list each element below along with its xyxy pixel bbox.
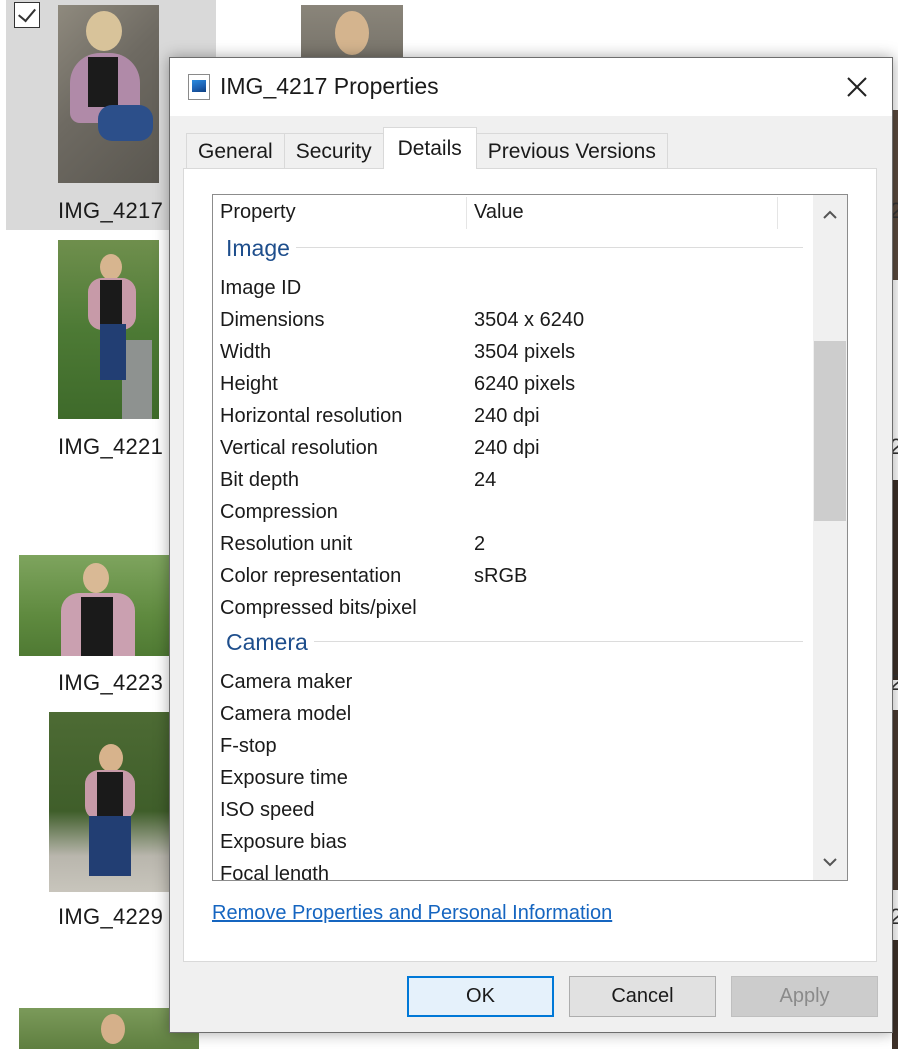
property-name: Camera maker bbox=[220, 671, 353, 693]
property-name: Height bbox=[220, 373, 278, 395]
group-title: Camera bbox=[226, 629, 314, 656]
tab-previous-versions[interactable]: Previous Versions bbox=[475, 133, 668, 169]
tab-security[interactable]: Security bbox=[283, 133, 384, 169]
list-item[interactable]: Resolution unit 2 bbox=[213, 529, 813, 561]
property-value: 2 bbox=[474, 533, 486, 555]
thumbnail-image[interactable] bbox=[301, 5, 403, 60]
details-list[interactable]: Property Value Image Image ID Dimensions… bbox=[212, 194, 848, 881]
close-button[interactable] bbox=[822, 58, 892, 116]
column-header-property[interactable]: Property bbox=[220, 201, 296, 224]
image-file-icon bbox=[188, 74, 210, 100]
list-item[interactable]: Compressed bits/pixel bbox=[213, 593, 813, 625]
checkbox-checked-icon[interactable] bbox=[14, 2, 40, 28]
column-divider[interactable] bbox=[466, 197, 467, 229]
scroll-up-button[interactable] bbox=[813, 197, 847, 233]
list-item[interactable]: Camera maker bbox=[213, 667, 813, 699]
property-name: Vertical resolution bbox=[220, 437, 378, 459]
property-name: Camera model bbox=[220, 703, 352, 725]
list-item[interactable]: ISO speed bbox=[213, 795, 813, 827]
property-name: Compression bbox=[220, 501, 338, 523]
column-header-value[interactable]: Value bbox=[474, 201, 524, 224]
list-item[interactable]: Exposure time bbox=[213, 763, 813, 795]
thumbnail-label[interactable]: IMG_4229 bbox=[58, 904, 163, 930]
property-name: Image ID bbox=[220, 277, 302, 299]
property-value: 24 bbox=[474, 469, 497, 491]
tab-strip: General Security Details Previous Versio… bbox=[186, 127, 668, 169]
thumbnail-image[interactable] bbox=[58, 5, 159, 183]
tab-general[interactable]: General bbox=[186, 133, 285, 169]
thumbnail-image[interactable] bbox=[49, 712, 169, 892]
group-header-camera: Camera bbox=[213, 625, 813, 667]
list-item[interactable]: F-stop bbox=[213, 731, 813, 763]
chevron-down-icon bbox=[823, 858, 837, 867]
property-value: 240 dpi bbox=[474, 437, 540, 459]
property-name: Color representation bbox=[220, 565, 402, 587]
property-value: 3504 pixels bbox=[474, 341, 576, 363]
property-name: Horizontal resolution bbox=[220, 405, 403, 427]
apply-button[interactable]: Apply bbox=[731, 976, 878, 1017]
dialog-titlebar[interactable]: IMG_4217 Properties bbox=[170, 58, 892, 116]
property-name: F-stop bbox=[220, 735, 277, 757]
vertical-scrollbar[interactable] bbox=[813, 195, 847, 880]
property-name: Exposure time bbox=[220, 767, 348, 789]
scrollbar-thumb[interactable] bbox=[814, 341, 846, 521]
list-item[interactable]: Exposure bias bbox=[213, 827, 813, 859]
thumbnail-image[interactable] bbox=[58, 240, 159, 419]
chevron-up-icon bbox=[823, 210, 837, 219]
property-value: 6240 pixels bbox=[474, 373, 576, 395]
list-header: Property Value bbox=[213, 195, 813, 231]
list-item[interactable]: Height 6240 pixels bbox=[213, 369, 813, 401]
tab-details[interactable]: Details bbox=[382, 127, 477, 169]
list-item[interactable]: Camera model bbox=[213, 699, 813, 731]
list-item[interactable]: Bit depth 24 bbox=[213, 465, 813, 497]
property-name: Resolution unit bbox=[220, 533, 353, 555]
group-title: Image bbox=[226, 235, 296, 262]
remove-properties-link[interactable]: Remove Properties and Personal Informati… bbox=[212, 902, 612, 925]
dialog-title: IMG_4217 Properties bbox=[220, 73, 439, 99]
properties-dialog: IMG_4217 Properties General Security Det… bbox=[169, 57, 893, 1033]
property-name: Compressed bits/pixel bbox=[220, 597, 417, 619]
group-divider bbox=[226, 247, 803, 248]
thumbnail-label[interactable]: IMG_4217 bbox=[58, 198, 163, 224]
list-item[interactable]: Vertical resolution 240 dpi bbox=[213, 433, 813, 465]
list-item[interactable]: Horizontal resolution 240 dpi bbox=[213, 401, 813, 433]
cancel-button[interactable]: Cancel bbox=[569, 976, 716, 1017]
details-panel: Property Value Image Image ID Dimensions… bbox=[183, 168, 877, 962]
property-value: sRGB bbox=[474, 565, 528, 587]
list-item[interactable]: Width 3504 pixels bbox=[213, 337, 813, 369]
property-name: Dimensions bbox=[220, 309, 325, 331]
ok-button[interactable]: OK bbox=[407, 976, 554, 1017]
thumbnail-label[interactable]: IMG_4221 bbox=[58, 434, 163, 460]
scroll-down-button[interactable] bbox=[813, 844, 847, 880]
thumbnail-image[interactable] bbox=[19, 555, 169, 656]
list-item[interactable]: Color representation sRGB bbox=[213, 561, 813, 593]
property-name: Exposure bias bbox=[220, 831, 347, 853]
list-item[interactable]: Compression bbox=[213, 497, 813, 529]
property-name: Width bbox=[220, 341, 272, 363]
column-divider[interactable] bbox=[777, 197, 778, 229]
list-item[interactable]: Image ID bbox=[213, 273, 813, 305]
list-rows: Image Image ID Dimensions 3504 x 6240 Wid… bbox=[213, 231, 813, 881]
property-value: 3504 x 6240 bbox=[474, 309, 585, 331]
thumbnail-label[interactable]: IMG_4223 bbox=[58, 670, 163, 696]
property-name: Focal length bbox=[220, 863, 329, 881]
property-value: 240 dpi bbox=[474, 405, 540, 427]
list-item[interactable]: Dimensions 3504 x 6240 bbox=[213, 305, 813, 337]
close-icon bbox=[847, 77, 867, 97]
list-item[interactable]: Focal length bbox=[213, 859, 813, 881]
property-name: Bit depth bbox=[220, 469, 299, 491]
group-header-image: Image bbox=[213, 231, 813, 273]
property-name: ISO speed bbox=[220, 799, 315, 821]
